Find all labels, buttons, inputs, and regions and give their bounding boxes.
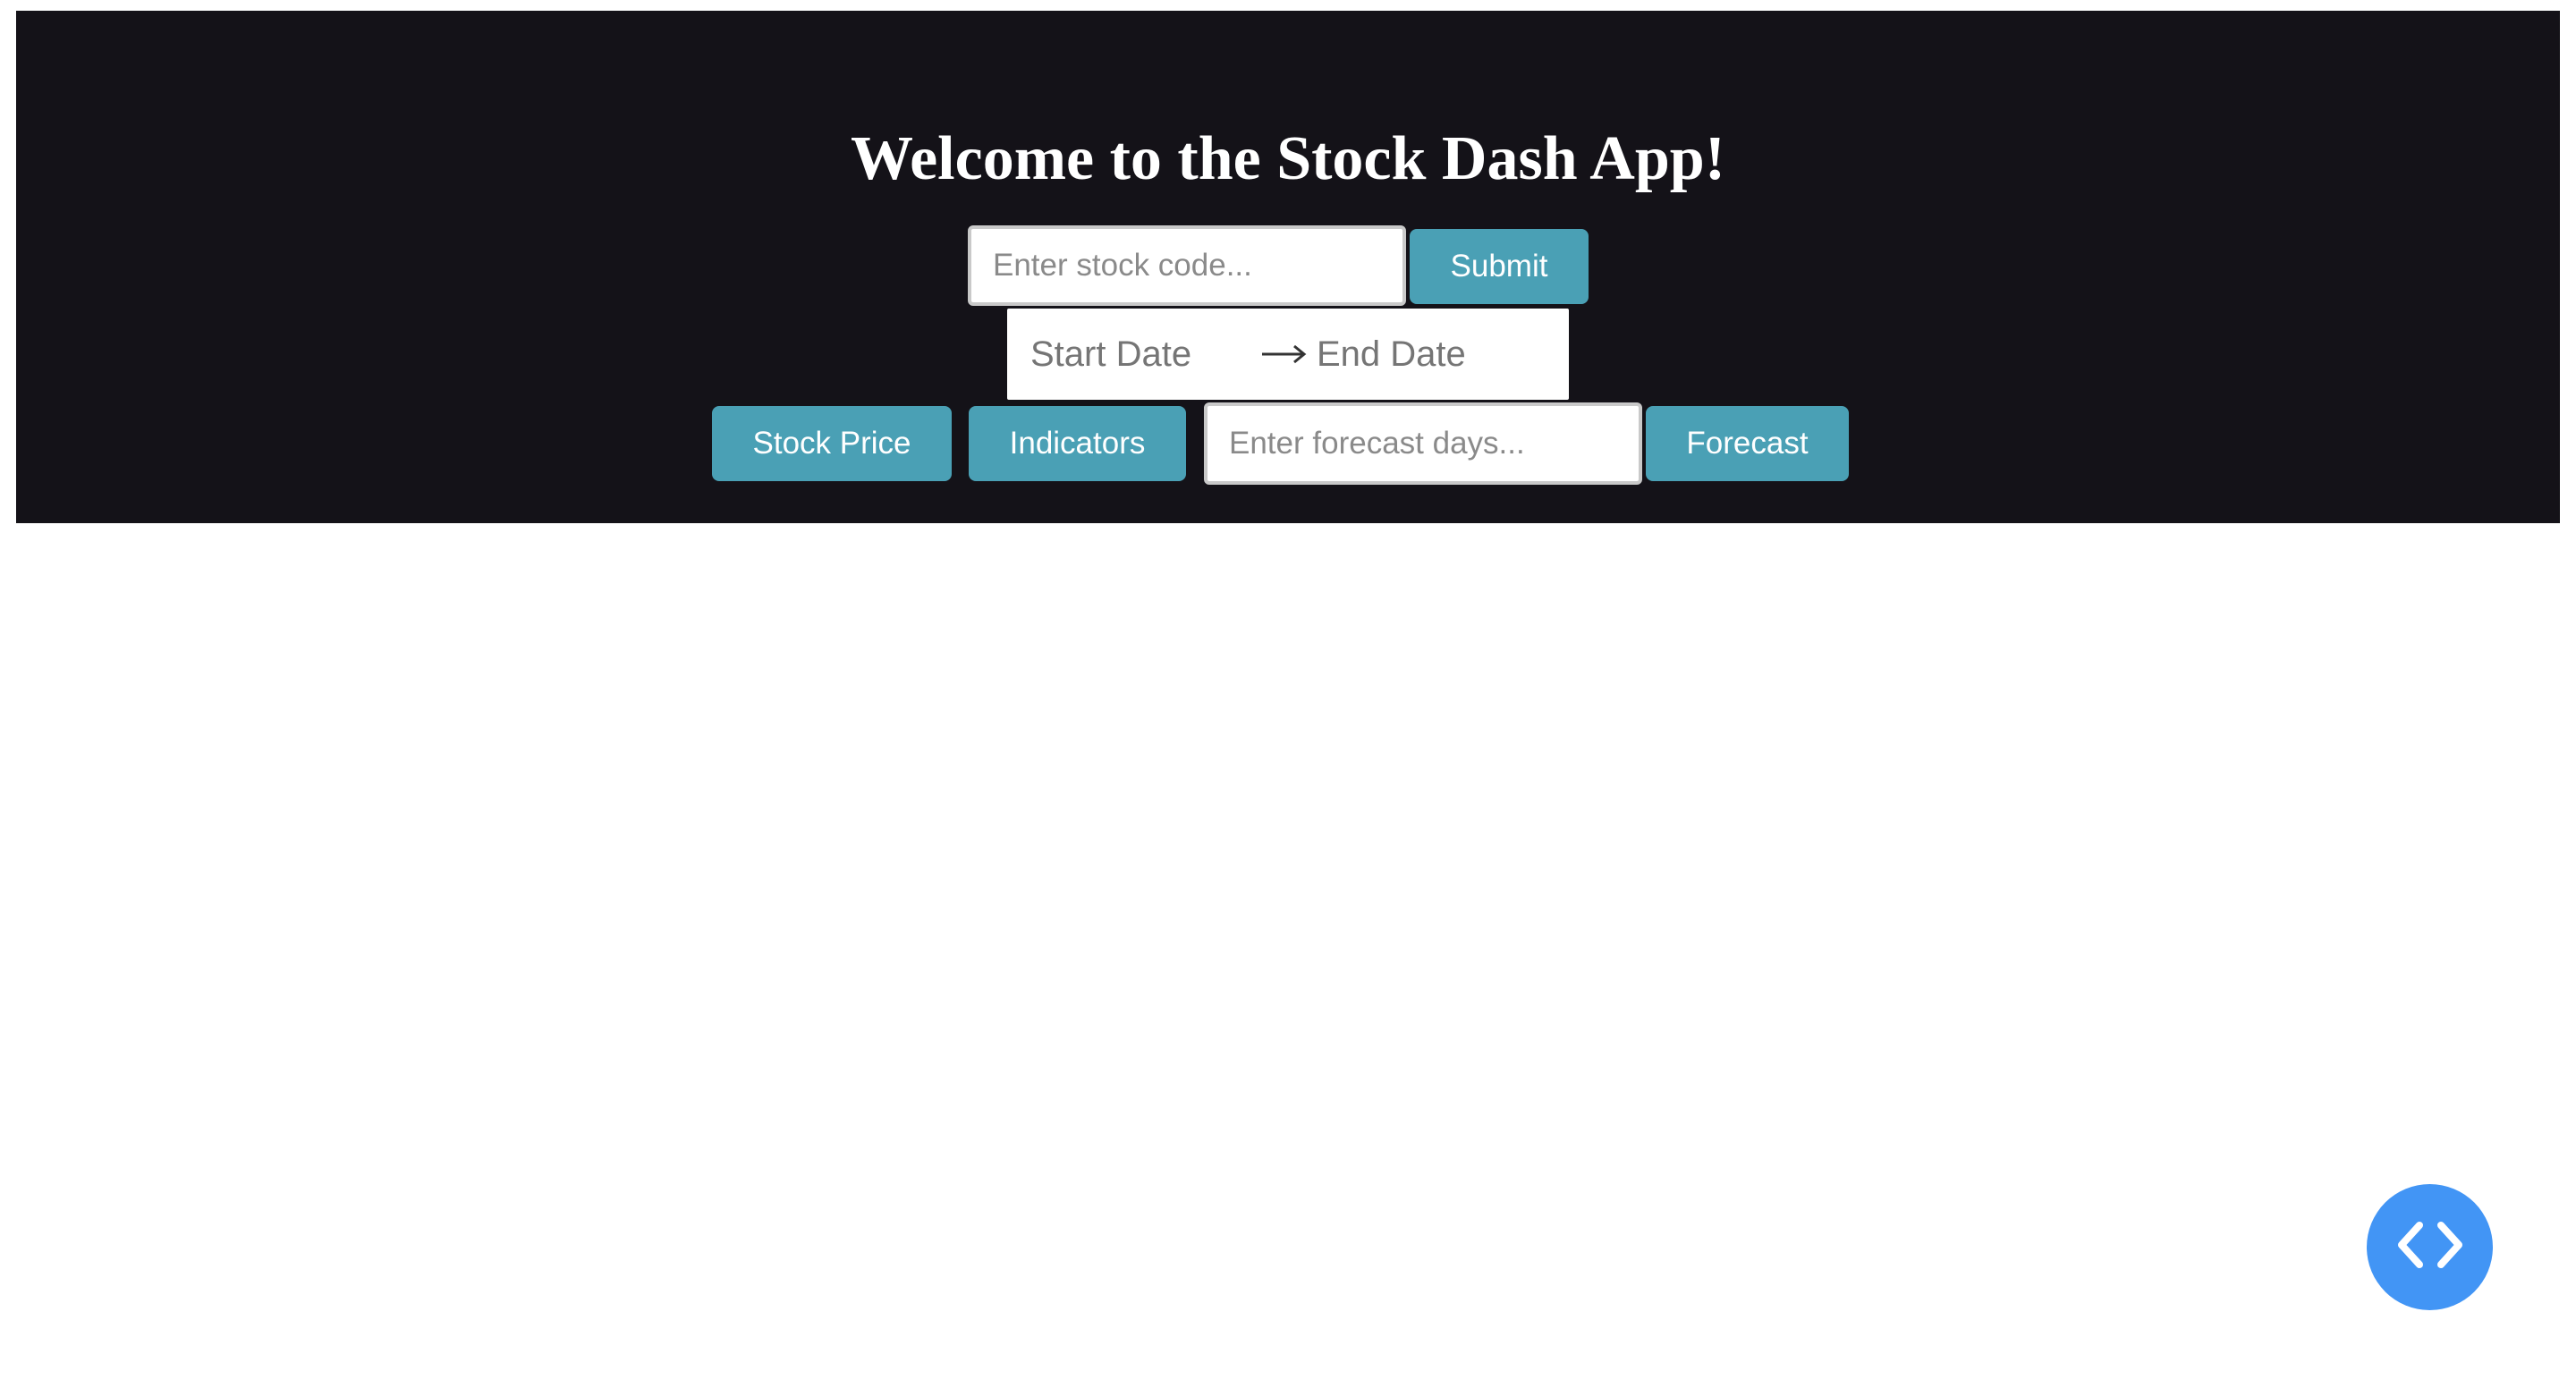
code-brackets-icon (2385, 1218, 2475, 1276)
submit-button[interactable]: Submit (1410, 229, 1589, 304)
forecast-days-input[interactable] (1204, 402, 1642, 485)
date-range-picker[interactable] (1007, 309, 1569, 400)
forecast-button[interactable]: Forecast (1646, 406, 1849, 481)
debug-toggle-button[interactable] (2367, 1184, 2493, 1310)
arrow-right-icon (1258, 309, 1309, 400)
start-date-input[interactable] (1007, 309, 1258, 400)
header-banner: Welcome to the Stock Dash App! Submit St… (16, 11, 2560, 523)
stock-price-button[interactable]: Stock Price (712, 406, 952, 481)
page-title: Welcome to the Stock Dash App! (850, 124, 1726, 193)
end-date-input[interactable] (1309, 309, 1569, 400)
stock-code-input[interactable] (968, 225, 1406, 306)
indicators-button[interactable]: Indicators (969, 406, 1186, 481)
